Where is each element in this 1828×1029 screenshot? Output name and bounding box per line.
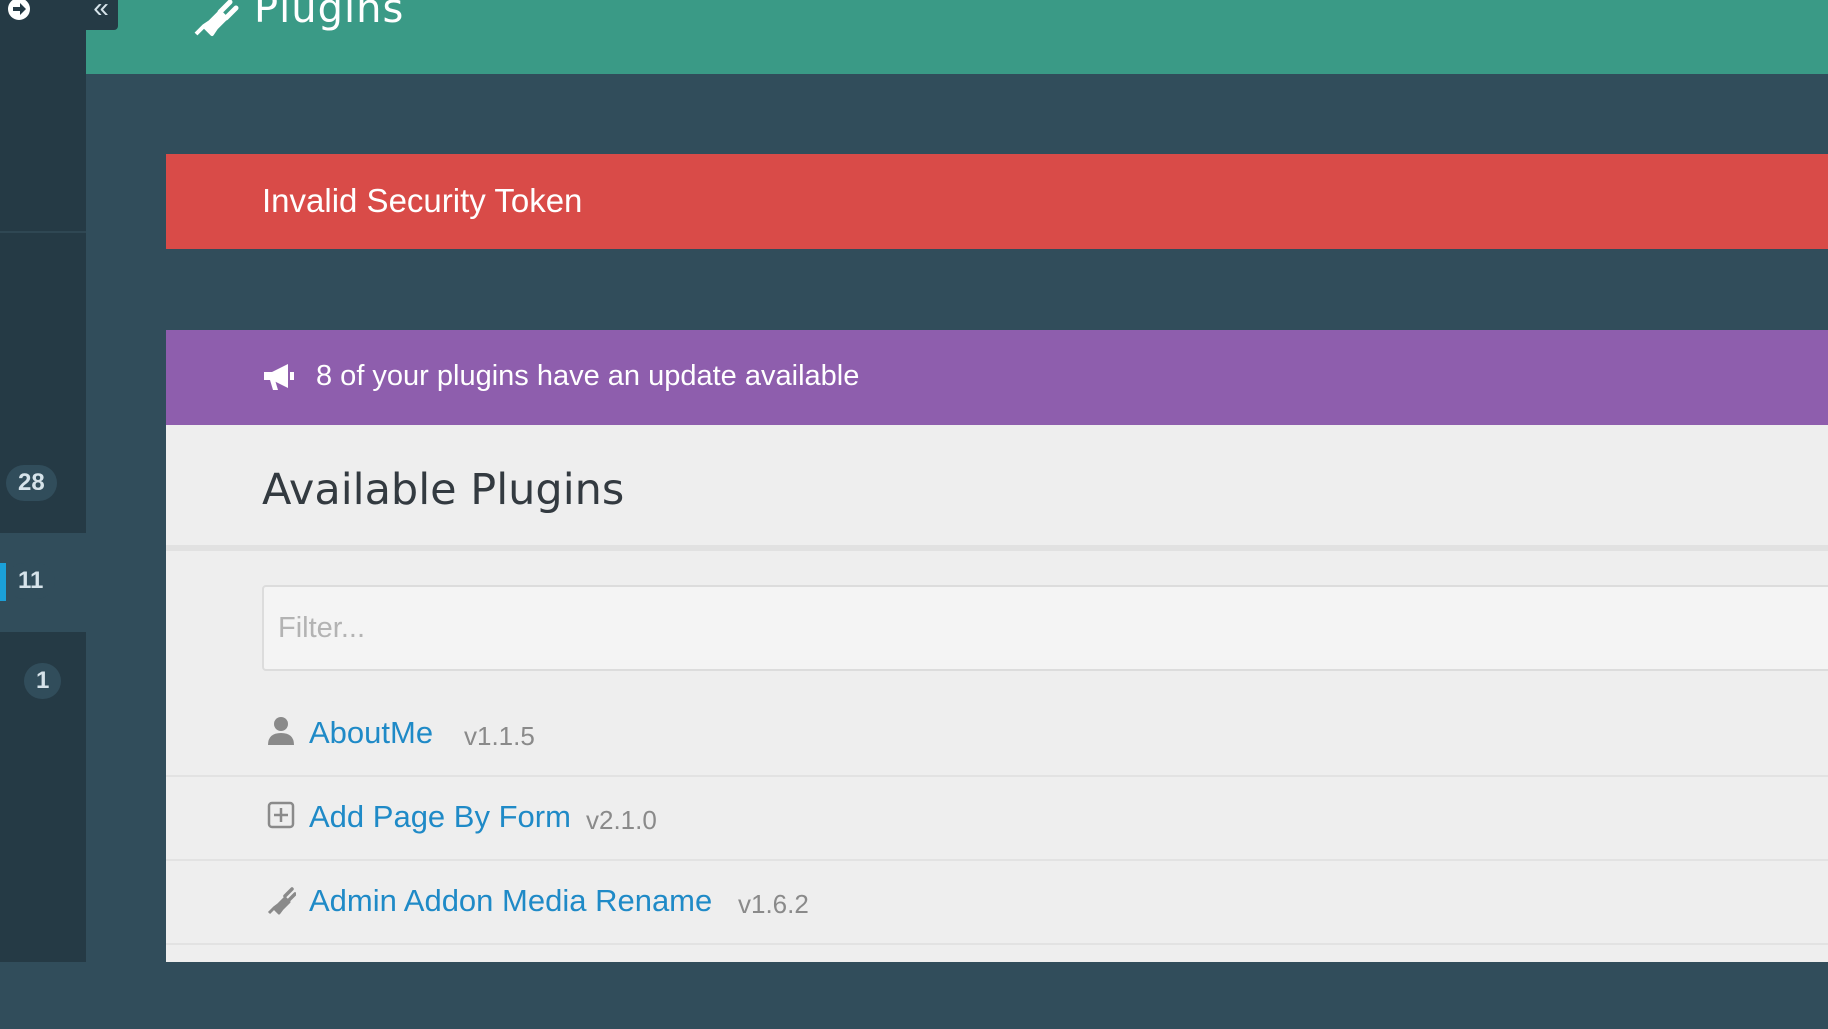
- plugin-version: v1.1.5: [464, 721, 535, 751]
- plugin-link[interactable]: AboutMe: [309, 715, 433, 751]
- filter-input[interactable]: [262, 585, 1828, 671]
- sidebar-badge-count[interactable]: 11: [6, 563, 56, 599]
- panel-divider: [166, 545, 1828, 551]
- update-notice-text: 8 of your plugins have an update availab…: [316, 360, 860, 392]
- plugin-row: AboutMe v1.1.5: [166, 693, 1828, 777]
- collapse-sidebar-button[interactable]: «: [84, 0, 118, 30]
- sidebar-divider: [0, 231, 86, 233]
- plugins-panel: Available Plugins AboutMe v1.1.5 Add Pag…: [166, 425, 1828, 962]
- error-alert: Invalid Security Token: [166, 154, 1828, 249]
- sign-out-icon[interactable]: [6, 0, 32, 22]
- plugin-version: v1.6.2: [738, 889, 809, 919]
- sidebar-badge-count[interactable]: 1: [24, 663, 62, 699]
- plug-icon: [266, 883, 297, 915]
- plug-icon: [190, 0, 240, 38]
- user-icon: [266, 715, 296, 747]
- plus-square-icon: [266, 799, 296, 831]
- sidebar: 28 11 1: [0, 0, 86, 962]
- plugin-link[interactable]: Add Page By Form: [309, 799, 571, 835]
- plugin-row: [166, 945, 1828, 1029]
- plugin-link[interactable]: Admin Addon Media Rename: [309, 883, 712, 919]
- error-message: Invalid Security Token: [262, 182, 583, 219]
- plugin-version: v2.1.0: [586, 805, 657, 835]
- panel-title: Available Plugins: [262, 465, 625, 515]
- bullhorn-icon: [262, 362, 298, 392]
- plugin-row: Admin Addon Media Rename v1.6.2: [166, 861, 1828, 945]
- page-header: Plugins: [86, 0, 1828, 74]
- plugin-row: Add Page By Form v2.1.0: [166, 777, 1828, 861]
- sidebar-badge-count[interactable]: 28: [6, 465, 57, 501]
- page-title: Plugins: [254, 0, 405, 32]
- update-notice[interactable]: 8 of your plugins have an update availab…: [166, 330, 1828, 425]
